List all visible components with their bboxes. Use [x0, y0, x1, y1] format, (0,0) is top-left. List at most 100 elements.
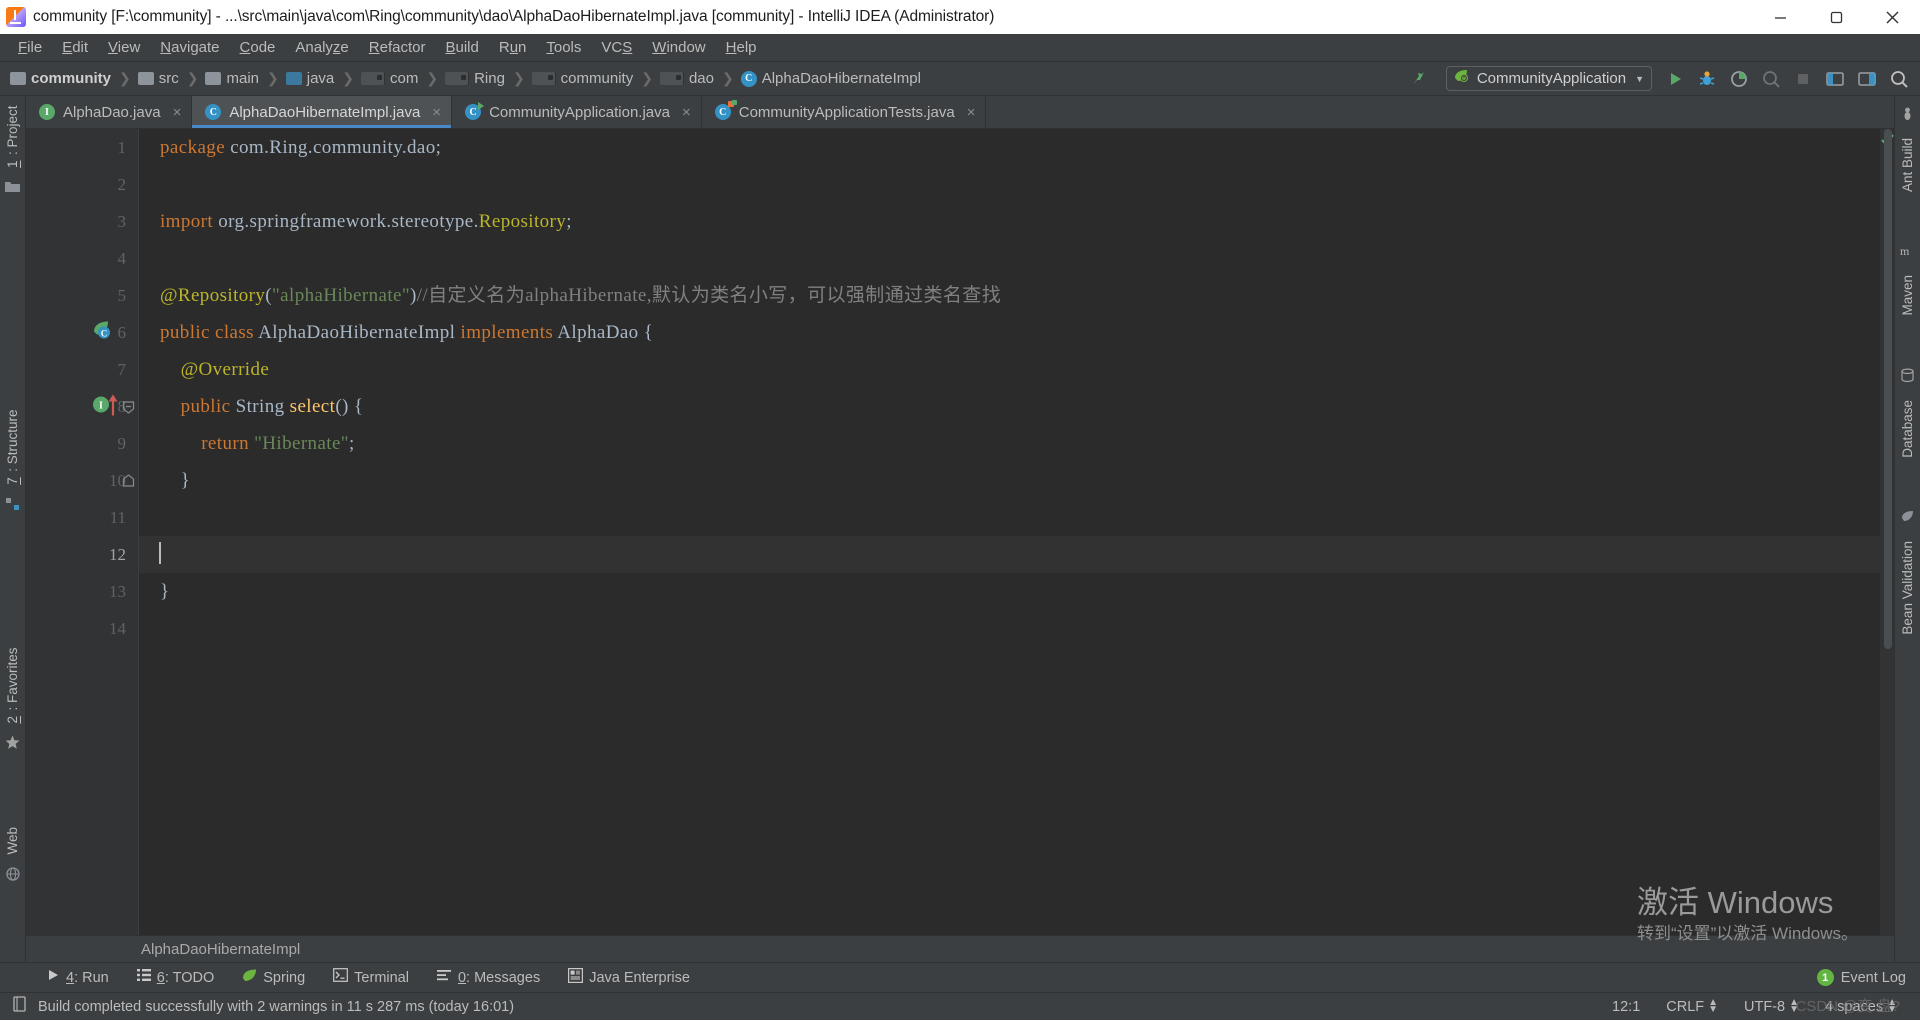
implementing-method-icon[interactable]: I	[92, 392, 122, 421]
gutter-line[interactable]: C6	[26, 314, 138, 351]
bottom-tool-todo[interactable]: 6: TODO	[123, 968, 229, 987]
editor-breadcrumb[interactable]: AlphaDaoHibernateImpl	[26, 935, 1894, 962]
maven-icon[interactable]: m	[1900, 244, 1916, 263]
gutter-line[interactable]: 13	[26, 573, 138, 610]
code-line[interactable]: @Override	[139, 351, 1880, 388]
close-icon[interactable]: ×	[967, 104, 976, 121]
menu-item-edit[interactable]: Edit	[52, 37, 98, 58]
indent-selector[interactable]: 4 spaces ▲ ▼	[1812, 998, 1910, 1015]
code-editor[interactable]: package com.Ring.community.dao; import or…	[139, 129, 1880, 935]
code-line[interactable]: return "Hibernate";	[139, 425, 1880, 462]
menu-item-build[interactable]: Build	[435, 37, 488, 58]
event-log-button[interactable]: 1 Event Log	[1816, 969, 1920, 986]
gutter-line[interactable]: 1	[26, 129, 138, 166]
gutter-line[interactable]: 3	[26, 203, 138, 240]
editor-tab-alphadaohibernateimpl[interactable]: C AlphaDaoHibernateImpl.java ×	[192, 96, 453, 128]
gutter-line[interactable]: 5	[26, 277, 138, 314]
code-line[interactable]	[139, 499, 1880, 536]
folder-icon[interactable]	[5, 180, 20, 198]
menu-item-help[interactable]: Help	[716, 37, 767, 58]
gutter-line[interactable]: 9	[26, 425, 138, 462]
code-line[interactable]: public String select() {	[139, 388, 1880, 425]
fold-region-end-icon[interactable]	[122, 473, 135, 487]
run-configuration-selector[interactable]: CommunityApplication ▼	[1445, 66, 1652, 91]
sidebar-item-favorites[interactable]: 2: Favorites	[5, 642, 20, 730]
gutter-line[interactable]: I8	[26, 388, 138, 425]
gutter-line[interactable]: 7	[26, 351, 138, 388]
breadcrumb-item-ring[interactable]: Ring	[443, 70, 507, 87]
code-line[interactable]: public class AlphaDaoHibernateImpl imple…	[139, 314, 1880, 351]
profile-icon[interactable]	[1756, 65, 1786, 93]
debug-icon[interactable]	[1692, 65, 1722, 93]
sidebar-item-bean-validation[interactable]: Bean Validation	[1900, 535, 1915, 641]
editor-gutter[interactable]: 1 2 3 4 5 C 6 7 I 8 9 10 11 12 13 14	[26, 129, 139, 935]
breadcrumb-item-dao[interactable]: dao	[658, 70, 716, 87]
structure-icon[interactable]	[5, 497, 20, 516]
code-line[interactable]	[139, 166, 1880, 203]
gutter-line[interactable]: 10	[26, 462, 138, 499]
analysis-stripe[interactable]	[1880, 129, 1894, 935]
editor-tab-alphadao[interactable]: I AlphaDao.java ×	[26, 96, 193, 128]
editor-tab-communityapplication[interactable]: C CommunityApplication.java ×	[452, 96, 702, 128]
run-with-coverage-icon[interactable]	[1724, 65, 1754, 93]
code-line[interactable]: }	[139, 462, 1880, 499]
breadcrumb-item-com[interactable]: com	[359, 70, 420, 87]
gutter-line[interactable]: 2	[26, 166, 138, 203]
build-icon[interactable]	[1404, 65, 1434, 93]
breadcrumb-item-alphadaohibernateimpl[interactable]: C AlphaDaoHibernateImpl	[739, 70, 923, 87]
bottom-tool-spring[interactable]: Spring	[228, 968, 319, 988]
gutter-line[interactable]: 14	[26, 610, 138, 647]
menu-item-run[interactable]: Run	[489, 37, 537, 58]
bean-validation-icon[interactable]	[1900, 509, 1915, 529]
code-line[interactable]: package com.Ring.community.dao;	[139, 129, 1880, 166]
stop-icon[interactable]	[1788, 65, 1818, 93]
star-icon[interactable]	[5, 735, 20, 755]
bottom-tool-run[interactable]: 4: Run	[32, 968, 123, 987]
gutter-line[interactable]: 11	[26, 499, 138, 536]
code-line[interactable]: import org.springframework.stereotype.Re…	[139, 203, 1880, 240]
minimize-icon[interactable]	[1752, 0, 1808, 34]
code-line[interactable]: @Repository("alphaHibernate")//自定义名为alph…	[139, 277, 1880, 314]
run-icon[interactable]	[1660, 65, 1690, 93]
breadcrumb-item-community[interactable]: community	[8, 70, 113, 87]
menu-item-tools[interactable]: Tools	[536, 37, 591, 58]
editor-tab-communityapplicationtests[interactable]: C CommunityApplicationTests.java ×	[701, 96, 987, 128]
globe-icon[interactable]	[5, 867, 20, 886]
layout-icon[interactable]	[1852, 65, 1882, 93]
bottom-tool-javaenterprise[interactable]: Java Enterprise	[554, 967, 704, 988]
code-line[interactable]	[139, 240, 1880, 277]
sidebar-item-ant-build[interactable]: Ant Build	[1900, 132, 1915, 198]
fold-region-start-icon[interactable]	[122, 400, 135, 414]
menu-item-window[interactable]: Window	[642, 37, 715, 58]
search-icon[interactable]	[1884, 65, 1914, 93]
bottom-tool-messages[interactable]: 0: Messages	[423, 968, 554, 987]
sidebar-item-structure[interactable]: 7: Structure	[5, 404, 20, 491]
menu-item-code[interactable]: Code	[230, 37, 286, 58]
close-icon[interactable]: ×	[432, 104, 441, 121]
update-application-icon[interactable]	[1820, 65, 1850, 93]
ant-build-icon[interactable]	[1900, 106, 1915, 126]
menu-item-file[interactable]: File	[8, 37, 52, 58]
caret-position[interactable]: 12:1	[1599, 999, 1653, 1015]
line-separator-selector[interactable]: CRLF ▲ ▼	[1653, 998, 1731, 1015]
close-icon[interactable]: ×	[173, 104, 182, 121]
bottom-tool-terminal[interactable]: Terminal	[319, 968, 423, 987]
menu-item-view[interactable]: View	[98, 37, 150, 58]
breadcrumb-item-java[interactable]: java	[284, 70, 337, 87]
close-icon[interactable]: ×	[682, 104, 691, 121]
spring-bean-icon[interactable]: C	[92, 319, 116, 346]
close-icon[interactable]	[1864, 0, 1920, 34]
menu-item-navigate[interactable]: Navigate	[150, 37, 229, 58]
code-line[interactable]	[139, 536, 1880, 573]
editor-scrollbar-thumb[interactable]	[1884, 129, 1892, 649]
breadcrumb-item-main[interactable]: main	[203, 70, 261, 87]
code-line[interactable]: }	[139, 573, 1880, 610]
breadcrumb-item-community[interactable]: community	[530, 70, 636, 87]
menu-item-vcs[interactable]: VCS	[591, 37, 642, 58]
gutter-line[interactable]: 4	[26, 240, 138, 277]
code-line[interactable]	[139, 610, 1880, 647]
breadcrumb-item-src[interactable]: src	[136, 70, 181, 87]
menu-item-refactor[interactable]: Refactor	[359, 37, 436, 58]
database-icon[interactable]	[1900, 368, 1915, 388]
menu-item-analyze[interactable]: Analyze	[285, 37, 358, 58]
